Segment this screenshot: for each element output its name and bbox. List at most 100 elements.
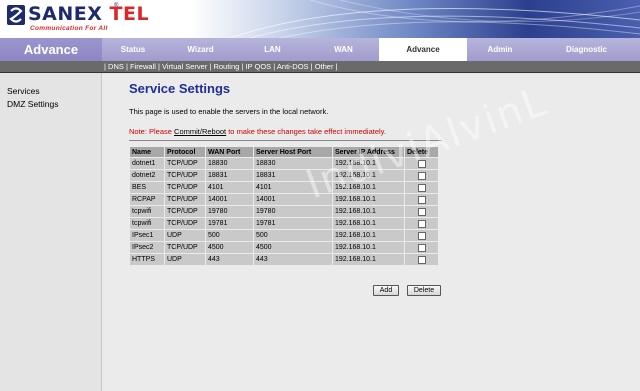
page-description: This page is used to enable the servers … bbox=[129, 107, 329, 116]
table-row: IPsec1 UDP 500 500 192.168.10.1 bbox=[130, 230, 438, 241]
cell-protocol: TCP/UDP bbox=[165, 218, 205, 229]
col-header-wan-port: WAN Port bbox=[206, 147, 253, 157]
delete-checkbox[interactable] bbox=[417, 219, 426, 228]
cell-server-host-port: 500 bbox=[254, 230, 332, 241]
note-prefix: Note: Please bbox=[129, 127, 175, 136]
cell-server-ip: 192.168.10.1 bbox=[333, 230, 404, 241]
submenu-anti-dos[interactable]: Anti-DOS bbox=[277, 62, 309, 71]
cell-protocol: TCP/UDP bbox=[165, 206, 205, 217]
main-content: Service Settings This page is used to en… bbox=[103, 73, 640, 391]
sub-menu-separator: | bbox=[104, 62, 106, 71]
tab-wan[interactable]: WAN bbox=[308, 38, 379, 61]
commit-note: Note: Please Commit/Reboot to make these… bbox=[129, 127, 386, 136]
tab-lan[interactable]: LAN bbox=[237, 38, 308, 61]
sidebar: Services DMZ Settings bbox=[0, 73, 102, 391]
cell-name: BES bbox=[130, 182, 164, 193]
tab-wizard[interactable]: Wizard bbox=[164, 38, 237, 61]
cell-protocol: TCP/UDP bbox=[165, 194, 205, 205]
tab-diagnostic[interactable]: Diagnostic bbox=[533, 38, 640, 61]
cell-delete bbox=[405, 206, 438, 217]
cell-name: IPsec1 bbox=[130, 230, 164, 241]
header-banner: SANEX TEL ® Communication For All bbox=[0, 0, 640, 38]
cell-server-ip: 192.168.10.1 bbox=[333, 206, 404, 217]
col-header-server-ip: Server IP Address bbox=[333, 147, 404, 157]
cell-wan-port: 18831 bbox=[206, 170, 253, 181]
table-row: HTTPS UDP 443 443 192.168.10.1 bbox=[130, 254, 438, 265]
delete-checkbox[interactable] bbox=[417, 255, 426, 264]
cell-server-ip: 192.168.10.1 bbox=[333, 194, 404, 205]
cell-server-host-port: 18831 bbox=[254, 170, 332, 181]
sidebar-item-services[interactable]: Services bbox=[7, 86, 40, 96]
sub-menu-links: | DNS | Firewall | Virtual Server | Rout… bbox=[104, 61, 338, 73]
cell-server-host-port: 19781 bbox=[254, 218, 332, 229]
submenu-routing[interactable]: Routing bbox=[213, 62, 239, 71]
cell-server-ip: 192.168.10.1 bbox=[333, 218, 404, 229]
note-suffix: to make these changes take effect immedi… bbox=[226, 127, 386, 136]
add-button[interactable]: Add bbox=[373, 285, 399, 296]
submenu-other[interactable]: Other bbox=[315, 62, 334, 71]
sanex-tel-logo: SANEX TEL ® Communication For All bbox=[6, 3, 176, 33]
cell-delete bbox=[405, 218, 438, 229]
cell-server-ip: 192.168.10.1 bbox=[333, 254, 404, 265]
tab-admin[interactable]: Admin bbox=[467, 38, 533, 61]
top-nav-bar: Advance Status Wizard LAN WAN Advance Ad… bbox=[0, 38, 640, 61]
cell-server-host-port: 14001 bbox=[254, 194, 332, 205]
delete-checkbox[interactable] bbox=[417, 183, 426, 192]
cell-server-host-port: 443 bbox=[254, 254, 332, 265]
cell-delete bbox=[405, 230, 438, 241]
cell-protocol: UDP bbox=[165, 254, 205, 265]
logo-wordmark: SANEX TEL bbox=[28, 3, 149, 25]
submenu-ip-qos[interactable]: IP QOS bbox=[245, 62, 271, 71]
submenu-firewall[interactable]: Firewall bbox=[130, 62, 156, 71]
cell-wan-port: 18830 bbox=[206, 158, 253, 169]
commit-reboot-link[interactable]: Commit/Reboot bbox=[174, 127, 226, 136]
cell-wan-port: 4500 bbox=[206, 242, 253, 253]
cell-protocol: UDP bbox=[165, 230, 205, 241]
sub-menu-separator: | bbox=[209, 62, 212, 71]
cell-server-ip: 192.168.10.1 bbox=[333, 170, 404, 181]
table-row: dotnet1 TCP/UDP 18830 18830 192.168.10.1 bbox=[130, 158, 438, 169]
submenu-virtual-server[interactable]: Virtual Server bbox=[162, 62, 207, 71]
tab-status[interactable]: Status bbox=[102, 38, 164, 61]
delete-checkbox[interactable] bbox=[417, 159, 426, 168]
cell-server-ip: 192.168.10.1 bbox=[333, 242, 404, 253]
sub-menu-separator: | bbox=[310, 62, 313, 71]
cell-protocol: TCP/UDP bbox=[165, 158, 205, 169]
nav-section-title: Advance bbox=[0, 38, 102, 61]
sidebar-item-dmz-settings[interactable]: DMZ Settings bbox=[7, 99, 59, 109]
banner-artwork bbox=[190, 0, 640, 38]
cell-delete bbox=[405, 182, 438, 193]
cell-wan-port: 443 bbox=[206, 254, 253, 265]
tab-advance[interactable]: Advance bbox=[379, 38, 467, 61]
cell-server-host-port: 18830 bbox=[254, 158, 332, 169]
cell-delete bbox=[405, 254, 438, 265]
table-row: IPsec2 TCP/UDP 4500 4500 192.168.10.1 bbox=[130, 242, 438, 253]
delete-checkbox[interactable] bbox=[417, 195, 426, 204]
cell-name: HTTPS bbox=[130, 254, 164, 265]
sub-menu-bar: | DNS | Firewall | Virtual Server | Rout… bbox=[0, 61, 640, 73]
delete-checkbox[interactable] bbox=[417, 231, 426, 240]
table-row: tcpwifi TCP/UDP 19780 19780 192.168.10.1 bbox=[130, 206, 438, 217]
banner-swirl-graphic bbox=[229, 0, 640, 38]
cell-server-host-port: 4500 bbox=[254, 242, 332, 253]
delete-checkbox[interactable] bbox=[417, 171, 426, 180]
delete-checkbox[interactable] bbox=[417, 207, 426, 216]
cell-name: dotnet1 bbox=[130, 158, 164, 169]
table-row: RCPAP TCP/UDP 14001 14001 192.168.10.1 bbox=[130, 194, 438, 205]
cell-delete bbox=[405, 158, 438, 169]
delete-button[interactable]: Delete bbox=[407, 285, 441, 296]
cell-protocol: TCP/UDP bbox=[165, 170, 205, 181]
sub-menu-separator: | bbox=[125, 62, 128, 71]
delete-checkbox[interactable] bbox=[417, 243, 426, 252]
logo-main-text: SANEX bbox=[28, 3, 103, 25]
cell-wan-port: 14001 bbox=[206, 194, 253, 205]
table-row: dotnet2 TCP/UDP 18831 18831 192.168.10.1 bbox=[130, 170, 438, 181]
col-header-server-host-port: Server Host Port bbox=[254, 147, 332, 157]
cell-name: IPsec2 bbox=[130, 242, 164, 253]
submenu-dns[interactable]: DNS bbox=[108, 62, 124, 71]
cell-server-ip: 192.168.10.1 bbox=[333, 158, 404, 169]
sub-menu-separator: | bbox=[273, 62, 276, 71]
divider bbox=[129, 140, 442, 141]
cell-server-ip: 192.168.10.1 bbox=[333, 182, 404, 193]
services-table: Name Protocol WAN Port Server Host Port … bbox=[129, 146, 439, 266]
